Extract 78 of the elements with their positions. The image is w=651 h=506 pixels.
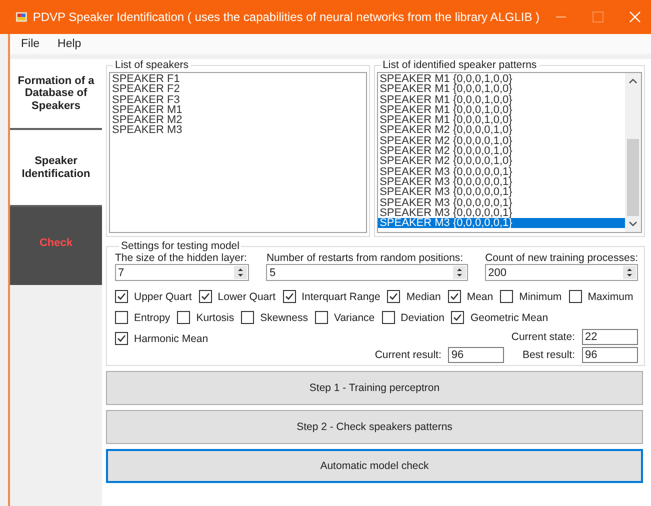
state-field[interactable]: 22 <box>582 329 638 345</box>
result-field[interactable]: 96 <box>448 347 504 363</box>
list-item[interactable]: SPEAKER M2 {0,0,0,0,1,0} <box>378 156 625 167</box>
list-item[interactable]: SPEAKER F2 <box>110 84 366 95</box>
checkbox-label: Lower Quart <box>218 290 276 302</box>
number-spinner[interactable]: 200 <box>485 264 638 281</box>
checkbox-label: Upper Quart <box>134 290 192 302</box>
checkbox[interactable] <box>115 311 128 324</box>
scrollbar[interactable] <box>625 73 641 232</box>
group-title: List of speakers <box>114 59 190 71</box>
field-label: Number of restarts from random positions: <box>266 252 464 264</box>
checkbox-label: Entropy <box>134 312 170 324</box>
list-item[interactable]: SPEAKER F3 <box>110 94 366 105</box>
window-title: PDVP Speaker Identification ( uses the capabilities of neural networks from the library ALGLIB ) <box>32 10 540 24</box>
list-item[interactable]: SPEAKER M3 {0,0,0,0,0,1} <box>378 176 625 188</box>
checkbox-label: Deviation <box>400 312 444 324</box>
checkbox[interactable] <box>241 311 254 324</box>
list-item[interactable]: SPEAKER M3 {0,0,0,0,0,1} <box>378 166 625 177</box>
checkbox-label: Minimum <box>519 290 562 302</box>
list-item[interactable]: SPEAKER M2 <box>110 115 366 126</box>
checkbox[interactable] <box>448 290 461 303</box>
checkbox-label: Median <box>406 290 441 302</box>
checkbox[interactable] <box>451 311 464 324</box>
checkbox[interactable] <box>314 311 328 324</box>
checkbox-label: Interquart Range <box>302 290 380 302</box>
list-item[interactable]: SPEAKER M3 {0,0,0,0,0,1} <box>378 198 625 208</box>
action-button[interactable]: Automatic model check <box>106 449 643 483</box>
checkbox-label: Mean <box>466 290 494 302</box>
checkbox[interactable] <box>500 290 514 303</box>
list-item[interactable]: SPEAKER M1 {0,0,0,1,0,0} <box>378 104 625 116</box>
list-item[interactable]: SPEAKER M1 {0,0,0,1,0,0} <box>378 115 625 126</box>
field-label: Current state: <box>511 331 575 343</box>
checkbox-label: Kurtosis <box>196 312 234 324</box>
checkbox[interactable] <box>568 290 582 303</box>
group-title: Settings for testing model <box>120 240 240 252</box>
number-spinner[interactable]: 5 <box>266 264 468 281</box>
group-title: List of identified speaker patterns <box>382 59 538 71</box>
field-label: Best result: <box>521 349 575 361</box>
list-item[interactable]: SPEAKER M1 {0,0,0,1,0,0} <box>378 94 625 105</box>
checkbox[interactable] <box>198 290 212 303</box>
action-button[interactable]: Step 1 - Training perceptron <box>106 371 643 405</box>
checkbox-label: Geometric Mean <box>470 312 548 324</box>
list-item[interactable]: SPEAKER M3 {0,0,0,0,0,1} <box>378 187 625 198</box>
sidebar-tab[interactable]: Speaker Identification <box>10 130 102 207</box>
spin-arrows-icon[interactable] <box>234 266 248 279</box>
checkbox-label: Variance <box>334 312 375 324</box>
spin-arrows-icon[interactable] <box>623 266 636 279</box>
result-field[interactable]: 96 <box>582 347 638 363</box>
list-item[interactable]: SPEAKER M1 {0,0,0,1,0,0} <box>378 74 625 84</box>
checkbox-label: Harmonic Mean <box>134 332 208 344</box>
action-button[interactable]: Step 2 - Check speakers patterns <box>106 410 643 444</box>
list-item[interactable]: SPEAKER M2 {0,0,0,0,1,0} <box>378 125 625 136</box>
checkbox-label: Skewness <box>260 312 308 324</box>
list-item[interactable]: SPEAKER M2 {0,0,0,0,1,0} <box>378 146 625 156</box>
list-item[interactable]: SPEAKER F1 <box>110 74 366 84</box>
sidebar-tab[interactable]: Formation of a Database of Speakers <box>10 59 102 130</box>
checkbox[interactable] <box>387 290 400 303</box>
checkbox[interactable] <box>115 332 128 345</box>
field-label: Count of new training processes: <box>485 252 638 264</box>
list-item[interactable]: SPEAKER M1 {0,0,0,1,0,0} <box>378 84 625 95</box>
checkbox[interactable] <box>282 290 296 303</box>
list-item[interactable]: SPEAKER M3 {0,0,0,0,0,1} <box>378 208 625 218</box>
checkbox[interactable] <box>382 311 395 324</box>
list-item[interactable]: SPEAKER M3 {0,0,0,0,0,1} <box>378 218 625 228</box>
menu-item[interactable]: Help <box>48 38 90 50</box>
checkbox[interactable] <box>115 290 128 303</box>
close-icon[interactable] <box>629 11 642 23</box>
list-item[interactable]: SPEAKER M2 {0,0,0,0,1,0} <box>378 136 625 146</box>
checkbox[interactable] <box>177 311 190 324</box>
field-label: The size of the hidden layer: <box>115 252 248 264</box>
number-spinner[interactable]: 7 <box>115 264 250 281</box>
spin-arrows-icon[interactable] <box>453 266 466 279</box>
list-item[interactable]: SPEAKER M1 <box>110 104 366 116</box>
menu-item[interactable]: File <box>12 38 49 50</box>
app-icon <box>16 10 27 24</box>
list-item[interactable]: SPEAKER M3 <box>110 125 366 136</box>
checkbox-label: Maximum <box>588 290 634 302</box>
field-label: Current result: <box>374 349 442 361</box>
